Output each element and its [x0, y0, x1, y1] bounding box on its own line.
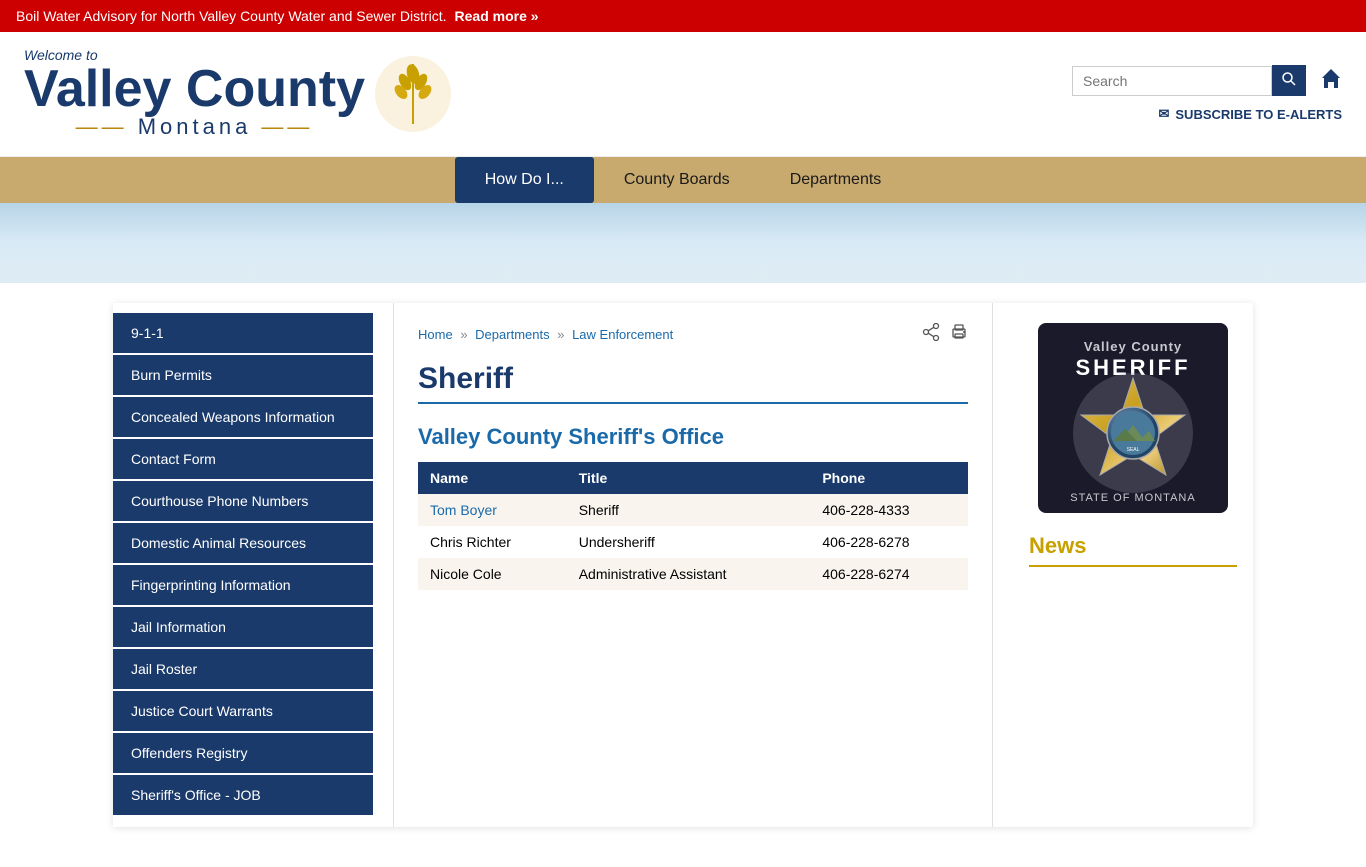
sidebar: 9-1-1 Burn Permits Concealed Weapons Inf… — [113, 303, 373, 827]
logo-main: Valley County — [24, 63, 365, 115]
sidebar-item-courthouse-phones[interactable]: Courthouse Phone Numbers — [113, 481, 373, 521]
col-name: Name — [418, 462, 567, 494]
col-title: Title — [567, 462, 811, 494]
sidebar-item-offenders[interactable]: Offenders Registry — [113, 733, 373, 773]
staff-name-link-1[interactable]: Tom Boyer — [430, 502, 497, 518]
table-header-row: Name Title Phone — [418, 462, 968, 494]
logo-area: Welcome to Valley County —— Montana —— — [24, 48, 453, 140]
print-icon[interactable] — [950, 323, 968, 346]
staff-phone-3: 406-228-6274 — [810, 558, 968, 590]
sidebar-item-concealed-weapons[interactable]: Concealed Weapons Information — [113, 397, 373, 437]
staff-table: Name Title Phone Tom Boyer Sheriff 406-2… — [418, 462, 968, 590]
breadcrumb-sep-1: » — [460, 327, 467, 342]
sidebar-item-jail-info[interactable]: Jail Information — [113, 607, 373, 647]
staff-name-2: Chris Richter — [418, 526, 567, 558]
breadcrumb-departments[interactable]: Departments — [475, 327, 549, 342]
logo-montana: —— Montana —— — [24, 115, 365, 139]
content-wrapper: 9-1-1 Burn Permits Concealed Weapons Inf… — [33, 283, 1333, 867]
table-row: Chris Richter Undersheriff 406-228-6278 — [418, 526, 968, 558]
page-title-divider — [418, 402, 968, 404]
page-title: Sheriff — [418, 362, 968, 396]
svg-text:SEAL: SEAL — [1127, 447, 1140, 453]
col-phone: Phone — [810, 462, 968, 494]
nav-how-do-i[interactable]: How Do I... — [455, 157, 594, 203]
hero-banner — [0, 203, 1366, 283]
staff-title-2: Undersheriff — [567, 526, 811, 558]
sheriff-badge-image: Valley County SHERIFF — [1038, 323, 1228, 513]
search-button[interactable] — [1272, 65, 1306, 96]
staff-title-3: Administrative Assistant — [567, 558, 811, 590]
table-row: Nicole Cole Administrative Assistant 406… — [418, 558, 968, 590]
breadcrumb-home[interactable]: Home — [418, 327, 453, 342]
home-button[interactable] — [1320, 67, 1342, 95]
logo-text: Welcome to Valley County —— Montana —— — [24, 48, 365, 140]
section-title: Valley County Sheriff's Office — [418, 424, 968, 450]
sidebar-item-contact-form[interactable]: Contact Form — [113, 439, 373, 479]
alert-link[interactable]: Read more » — [455, 8, 539, 24]
breadcrumb-actions — [922, 323, 968, 346]
main-content: Home » Departments » Law Enforcement — [393, 303, 993, 827]
staff-title-1: Sheriff — [567, 494, 811, 526]
header-right: SUBSCRIBE TO E-ALERTS — [1072, 65, 1342, 122]
nav-departments[interactable]: Departments — [760, 157, 912, 203]
sidebar-item-fingerprinting[interactable]: Fingerprinting Information — [113, 565, 373, 605]
svg-text:STATE OF MONTANA: STATE OF MONTANA — [1070, 492, 1195, 504]
right-panel: Valley County SHERIFF — [1013, 303, 1253, 827]
breadcrumb-sep-2: » — [557, 327, 564, 342]
search-icon — [1282, 72, 1296, 86]
sidebar-item-burn-permits[interactable]: Burn Permits — [113, 355, 373, 395]
news-title: News — [1029, 533, 1237, 567]
logo-wheat-icon — [373, 54, 453, 134]
sheriff-badge-area: Valley County SHERIFF — [1029, 323, 1237, 513]
staff-name-3: Nicole Cole — [418, 558, 567, 590]
search-bar — [1072, 65, 1306, 96]
search-input[interactable] — [1072, 66, 1272, 96]
staff-phone-2: 406-228-6278 — [810, 526, 968, 558]
staff-name-1: Tom Boyer — [418, 494, 567, 526]
main-container: 9-1-1 Burn Permits Concealed Weapons Inf… — [113, 303, 1253, 827]
breadcrumb-law-enforcement[interactable]: Law Enforcement — [572, 327, 673, 342]
main-nav: How Do I... County Boards Departments — [0, 157, 1366, 203]
sidebar-item-sheriffs-job[interactable]: Sheriff's Office - JOB — [113, 775, 373, 815]
nav-county-boards[interactable]: County Boards — [594, 157, 760, 203]
alert-text: Boil Water Advisory for North Valley Cou… — [16, 8, 447, 24]
sidebar-item-justice-warrants[interactable]: Justice Court Warrants — [113, 691, 373, 731]
home-icon — [1320, 67, 1342, 89]
table-row: Tom Boyer Sheriff 406-228-4333 — [418, 494, 968, 526]
share-icon[interactable] — [922, 323, 940, 346]
staff-phone-1: 406-228-4333 — [810, 494, 968, 526]
sidebar-item-jail-roster[interactable]: Jail Roster — [113, 649, 373, 689]
subscribe-link[interactable]: SUBSCRIBE TO E-ALERTS — [1158, 106, 1342, 122]
sidebar-item-domestic-animal[interactable]: Domestic Animal Resources — [113, 523, 373, 563]
alert-bar: Boil Water Advisory for North Valley Cou… — [0, 0, 1366, 32]
header: Welcome to Valley County —— Montana —— — [0, 32, 1366, 157]
sidebar-item-911[interactable]: 9-1-1 — [113, 313, 373, 353]
svg-text:Valley County: Valley County — [1084, 339, 1182, 354]
breadcrumb-path: Home » Departments » Law Enforcement — [418, 327, 673, 342]
breadcrumb: Home » Departments » Law Enforcement — [418, 323, 968, 346]
